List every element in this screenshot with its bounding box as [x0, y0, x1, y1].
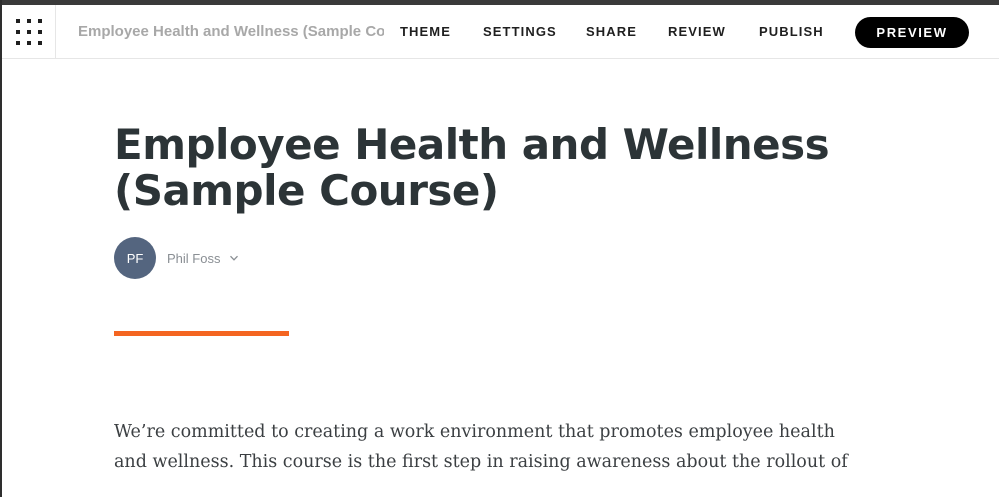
course-title-header: Employee Health and Wellness (Sample Cou… — [78, 23, 384, 40]
nav-settings[interactable]: SETTINGS — [483, 24, 557, 39]
grid-menu-icon — [16, 19, 42, 45]
chevron-down-icon — [230, 255, 239, 261]
description-line: and wellness. This course is the first s… — [114, 452, 848, 472]
page-title[interactable]: Employee Health and Wellness (Sample Cou… — [114, 122, 874, 214]
course-description[interactable]: We’re committed to creating a work envir… — [114, 417, 874, 477]
avatar: PF — [114, 237, 156, 279]
nav-publish[interactable]: PUBLISH — [759, 24, 824, 39]
grid-menu-button[interactable] — [2, 5, 56, 58]
nav-review[interactable]: REVIEW — [668, 24, 726, 39]
top-toolbar: Employee Health and Wellness (Sample Cou… — [2, 5, 999, 59]
description-line: We’re committed to creating a work envir… — [114, 422, 835, 442]
author-name: Phil Foss — [167, 250, 221, 266]
author-selector[interactable]: PF Phil Foss — [114, 237, 239, 279]
accent-divider — [114, 331, 289, 336]
nav-theme[interactable]: THEME — [400, 24, 451, 39]
nav-share[interactable]: SHARE — [586, 24, 637, 39]
preview-button[interactable]: PREVIEW — [855, 17, 969, 48]
window-left-edge — [0, 0, 2, 497]
